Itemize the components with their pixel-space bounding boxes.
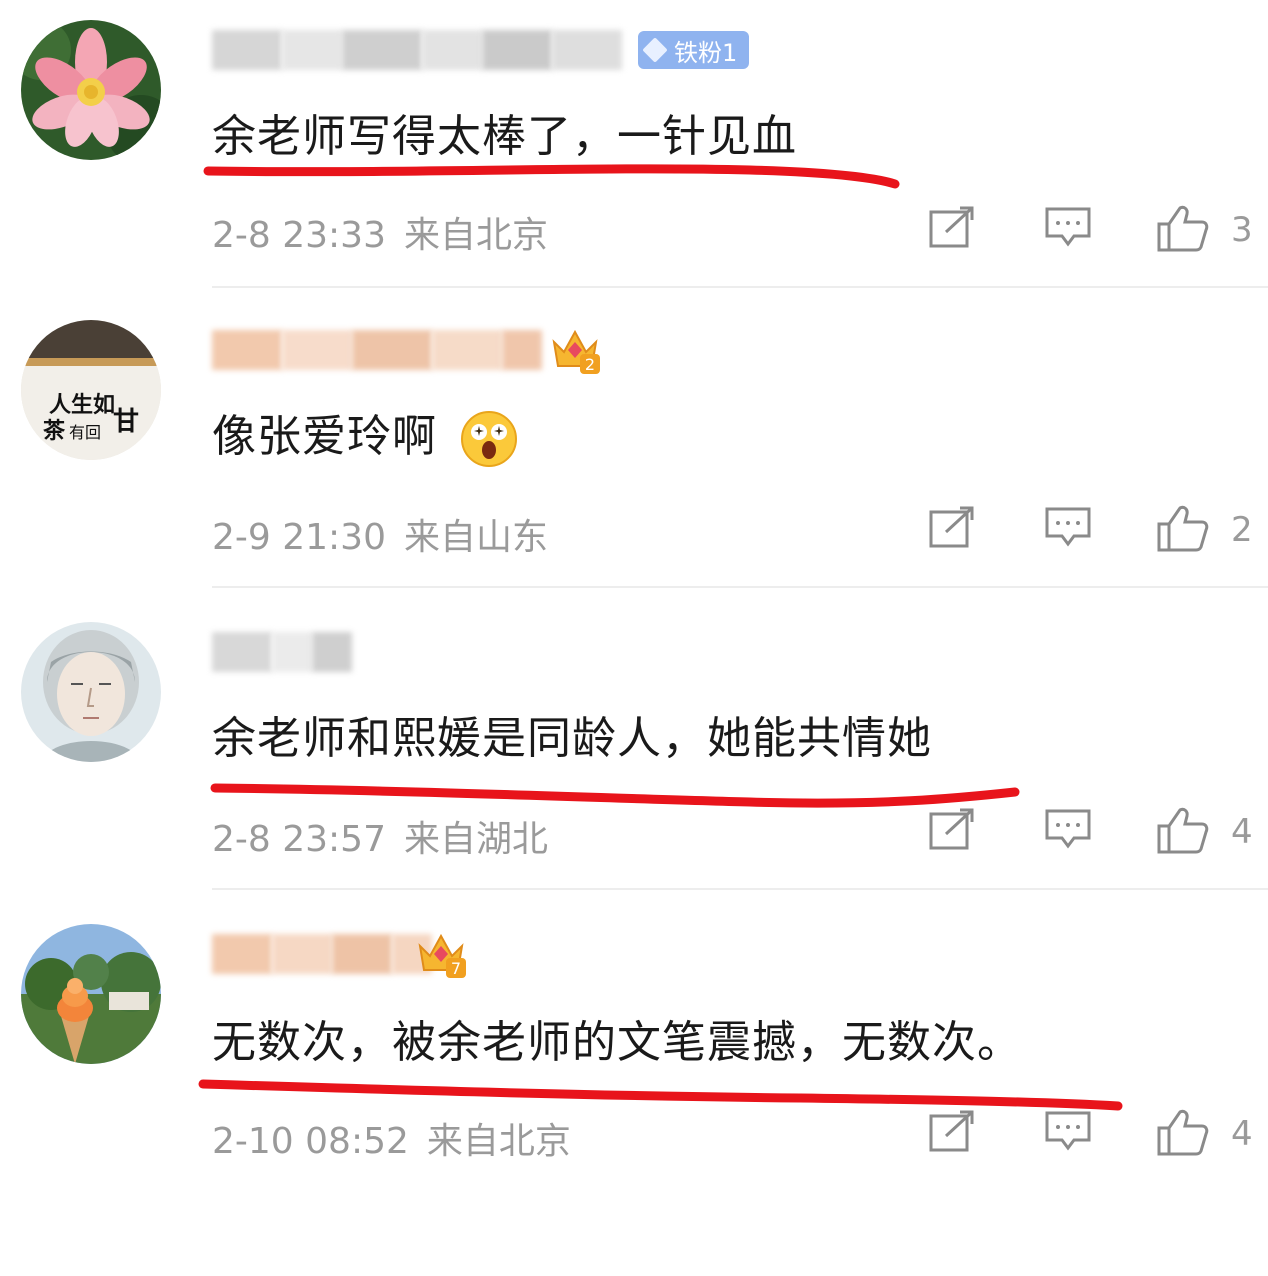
like-icon[interactable] [1156, 204, 1210, 254]
username-blurred[interactable] [212, 932, 432, 976]
avatar[interactable] [21, 622, 161, 762]
svg-text:人生如: 人生如 [49, 392, 115, 418]
repost-icon[interactable] [928, 806, 976, 852]
like-count: 4 [1231, 1114, 1253, 1154]
avatar[interactable] [21, 20, 161, 160]
like-count: 3 [1231, 210, 1253, 250]
repost-icon[interactable] [928, 504, 976, 550]
comment-icon[interactable] [1044, 806, 1092, 852]
comment-location: 来自北京 [426, 1121, 571, 1162]
comment-item: 余老师和熙媛是同龄人，她能共情她 2-8 23:57 来自湖北 4 [0, 602, 1268, 892]
action-bar: 2 [920, 504, 1260, 560]
comment-text: 余老师和熙媛是同龄人，她能共情她 [212, 713, 932, 764]
comment-item: 铁粉1 余老师写得太棒了，一针见血 2-8 23:33 来自北京 3 [0, 0, 1268, 290]
svg-text:有回: 有回 [69, 423, 101, 442]
comment-icon[interactable] [1044, 504, 1092, 550]
avatar[interactable]: 人生如 茶 有回 甘 [21, 320, 161, 460]
comment-meta: 2-10 08:52 来自北京 [212, 1112, 571, 1164]
comment-time: 2-8 23:33 [212, 215, 386, 256]
fan-badge[interactable]: 铁粉1 [638, 31, 750, 69]
action-bar: 4 [920, 1108, 1260, 1164]
comment-icon[interactable] [1044, 1108, 1092, 1154]
action-bar: 4 [920, 806, 1260, 862]
username-blurred[interactable] [212, 630, 352, 674]
username-blurred[interactable] [212, 328, 542, 372]
svg-text:茶: 茶 [43, 418, 66, 444]
divider [212, 586, 1268, 588]
comment-text: 无数次，被余老师的文笔震撼，无数次。 [212, 1017, 1022, 1068]
comment-item: 人生如 茶 有回 甘 2 像张爱玲啊 2-9 21:30 来自山东 2 [0, 300, 1268, 590]
fan-badge-label: 铁粉1 [674, 38, 738, 67]
divider [212, 286, 1268, 288]
crown-level: 2 [585, 355, 595, 374]
comment-text-content: 像张爱玲啊 [212, 411, 437, 462]
comment-item: 7 无数次，被余老师的文笔震撼，无数次。 2-10 08:52 来自北京 4 [0, 904, 1268, 1196]
comment-text: 像张爱玲啊 [212, 400, 518, 468]
username-blurred[interactable] [212, 28, 622, 72]
comment-meta: 2-8 23:57 来自湖北 [212, 810, 548, 862]
comment-meta: 2-8 23:33 来自北京 [212, 206, 548, 258]
like-icon[interactable] [1156, 806, 1210, 856]
repost-icon[interactable] [928, 204, 976, 250]
like-count: 2 [1231, 510, 1253, 550]
highlight-underline [198, 1079, 1123, 1111]
comment-location: 来自山东 [404, 517, 549, 558]
diamond-icon [642, 37, 668, 63]
avatar[interactable] [21, 924, 161, 1064]
crown-level: 7 [451, 959, 461, 978]
like-count: 4 [1231, 812, 1253, 852]
crown-badge-icon[interactable]: 7 [414, 930, 466, 980]
divider [212, 888, 1268, 890]
like-icon[interactable] [1156, 1108, 1210, 1158]
svg-text:甘: 甘 [113, 407, 139, 437]
comment-icon[interactable] [1044, 204, 1092, 250]
comment-time: 2-10 08:52 [212, 1121, 409, 1162]
comment-time: 2-9 21:30 [212, 517, 386, 558]
crown-badge-icon[interactable]: 2 [548, 326, 600, 376]
surprised-emoji-icon [461, 411, 517, 467]
comment-time: 2-8 23:57 [212, 819, 386, 860]
comment-location: 来自湖北 [404, 819, 549, 860]
like-icon[interactable] [1156, 504, 1210, 554]
comment-location: 来自北京 [404, 215, 549, 256]
action-bar: 3 [920, 204, 1260, 260]
comment-meta: 2-9 21:30 来自山东 [212, 508, 548, 560]
repost-icon[interactable] [928, 1108, 976, 1154]
